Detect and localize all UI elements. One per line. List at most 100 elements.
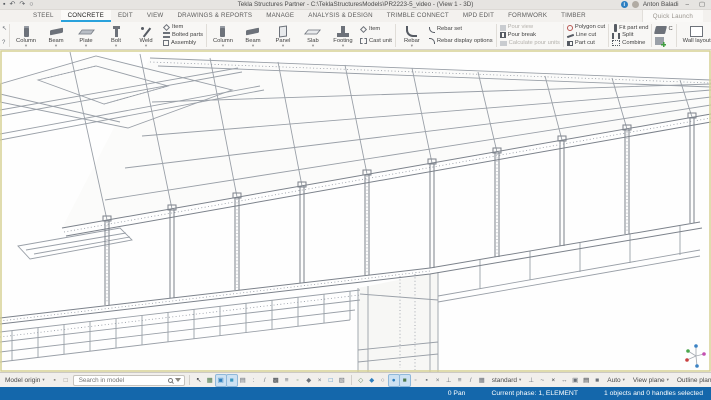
tab-view[interactable]: VIEW <box>140 10 171 22</box>
cast-unit-button[interactable]: Cast unit <box>360 38 392 45</box>
snap-midpoints-switch[interactable]: ▪ <box>422 375 432 386</box>
snap-grid-switch[interactable]: ▦ <box>477 375 487 386</box>
snap-nearest-points-switch[interactable]: ○ <box>378 375 388 386</box>
snap-perpendicular-switch[interactable]: ⊥ <box>444 375 454 386</box>
polygon-cut-button[interactable]: Polygon cut <box>567 24 605 31</box>
snap-line-switch[interactable]: / <box>466 375 476 386</box>
tab-edit[interactable]: EDIT <box>111 10 140 22</box>
bolted-parts-button[interactable]: Bolted parts <box>163 32 203 39</box>
origin-dropdown[interactable]: Model origin ▾ <box>2 375 48 386</box>
tab-timber[interactable]: TIMBER <box>554 10 593 22</box>
rebar-set-button[interactable]: Rebar set <box>429 26 493 33</box>
pointer-tool-icon[interactable]: ↖ <box>2 25 7 32</box>
model-viewport[interactable] <box>0 50 711 372</box>
tab-analysis-design[interactable]: ANALYSIS & DESIGN <box>301 10 380 22</box>
select-points-switch[interactable]: : <box>249 375 259 386</box>
steel-plate-button[interactable]: Plate ▾ <box>71 23 101 48</box>
origin-primary-button[interactable]: ▪ <box>50 375 60 386</box>
app-icon[interactable]: ▪ <box>3 0 5 9</box>
steel-column-button[interactable]: Column ▾ <box>11 23 41 48</box>
info-icon[interactable]: i <box>621 1 628 8</box>
steel-item-button[interactable]: Item <box>163 24 203 31</box>
chevron-down-icon[interactable]: ▾ <box>115 44 117 48</box>
tab-manage[interactable]: MANAGE <box>259 10 301 22</box>
bolt-button[interactable]: Bolt ▾ <box>101 23 131 48</box>
chevron-down-icon[interactable]: ▾ <box>342 44 344 48</box>
filter-icon[interactable] <box>175 378 181 382</box>
fit-part-end-button[interactable]: Fit part end <box>612 24 648 32</box>
combine-button[interactable]: Combine <box>612 40 648 47</box>
maximize-button[interactable]: ▢ <box>696 1 708 8</box>
context-help-icon[interactable]: ? <box>2 40 7 46</box>
select-parts-switch[interactable]: ■ <box>227 375 237 386</box>
relative-coordinates-toggle[interactable]: ~ <box>537 375 547 386</box>
weld-button[interactable]: Weld ▾ <box>131 23 161 48</box>
concrete-beam-button[interactable]: Beam ▾ <box>238 23 268 48</box>
drag-and-drop-toggle[interactable]: ↔ <box>559 375 569 386</box>
plane-mode-toggle[interactable]: ▤ <box>581 375 591 386</box>
rebar-button[interactable]: Rebar ▾ <box>397 23 427 48</box>
chevron-down-icon[interactable]: ▾ <box>55 44 57 48</box>
concrete-column-button[interactable]: Column ▾ <box>208 23 238 48</box>
chevron-down-icon[interactable]: ▾ <box>282 44 284 48</box>
split-button[interactable]: Split <box>612 32 648 39</box>
minimize-button[interactable]: – <box>683 1 693 8</box>
snap-extension-switch[interactable]: ≡ <box>455 375 465 386</box>
snap-end-points-switch[interactable]: ■ <box>400 375 410 386</box>
pour-break-button[interactable]: Pour break <box>500 32 560 39</box>
auto-dropdown[interactable]: Auto ▾ <box>604 375 628 386</box>
search-icon[interactable] <box>168 378 173 383</box>
concrete-item-button[interactable]: Item <box>360 26 392 33</box>
slab-button[interactable]: Slab ▾ <box>298 23 328 48</box>
select-all-switch[interactable]: ↖ <box>194 375 204 386</box>
depth-mode-toggle[interactable]: ■ <box>592 375 602 386</box>
search-input[interactable] <box>77 376 166 385</box>
smart-select-toggle[interactable]: ▣ <box>570 375 580 386</box>
origin-secondary-button[interactable]: □ <box>61 375 71 386</box>
snap-settings-dropdown[interactable]: standard ▾ <box>489 375 525 386</box>
model-search-box[interactable] <box>73 375 185 386</box>
tab-steel[interactable]: STEEL <box>26 10 61 22</box>
select-surfaces-switch[interactable]: ▤ <box>238 375 248 386</box>
footing-button[interactable]: Footing ▾ <box>328 23 358 48</box>
tab-formwork[interactable]: FORMWORK <box>501 10 554 22</box>
ortho-toggle[interactable]: ⊥ <box>526 375 536 386</box>
chevron-down-icon[interactable]: ▾ <box>222 44 224 48</box>
select-assemblies-switch[interactable]: ▣ <box>216 375 226 386</box>
select-welds-switch[interactable]: ◦ <box>293 375 303 386</box>
rebar-display-options-button[interactable]: Rebar display options <box>429 38 493 45</box>
tab-mpd-edit[interactable]: MPD EDIT <box>456 10 501 22</box>
select-views-switch[interactable]: × <box>315 375 325 386</box>
steel-beam-button[interactable]: Beam ▾ <box>41 23 71 48</box>
user-name[interactable]: Anton Baladi <box>643 1 679 8</box>
snap-geometry-points-switch[interactable]: ◆ <box>367 375 377 386</box>
view-plane-dropdown[interactable]: View plane ▾ <box>630 375 672 386</box>
chevron-down-icon[interactable]: ▾ <box>85 44 87 48</box>
assembly-button[interactable]: Assembly <box>163 40 203 47</box>
user-avatar[interactable] <box>632 1 639 8</box>
pour-view-button[interactable]: Pour view <box>500 24 560 31</box>
snap-any-position-switch[interactable]: ● <box>389 375 399 386</box>
undo-button[interactable]: ↶ <box>9 0 15 9</box>
redo-button[interactable]: ↷ <box>19 0 25 9</box>
chevron-down-icon[interactable]: ▾ <box>411 44 413 48</box>
select-cuts-switch[interactable]: ◆ <box>304 375 314 386</box>
select-grid-lines-switch[interactable]: ≡ <box>282 375 292 386</box>
tab-trimble-connect[interactable]: TRIMBLE CONNECT <box>380 10 456 22</box>
select-lines-switch[interactable]: / <box>260 375 270 386</box>
select-components-switch[interactable]: ▦ <box>205 375 215 386</box>
tab-concrete[interactable]: CONCRETE <box>61 10 111 22</box>
snap-intersection-switch[interactable]: × <box>433 375 443 386</box>
history-button[interactable]: ○ <box>29 0 33 9</box>
calculate-pour-units-button[interactable]: Calculate pour units <box>500 40 560 47</box>
select-grids-switch[interactable]: ▩ <box>271 375 281 386</box>
panel-button[interactable]: Panel ▾ <box>268 23 298 48</box>
snap-center-points-switch[interactable]: ◦ <box>411 375 421 386</box>
tab-drawings-reports[interactable]: DRAWINGS & REPORTS <box>170 10 259 22</box>
outline-planes-dropdown[interactable]: Outline planes ▾ <box>674 375 711 386</box>
wall-layout-button[interactable]: Wall layout <box>678 23 711 48</box>
add-component-button[interactable] <box>655 37 672 45</box>
chevron-down-icon[interactable]: ▾ <box>25 44 27 48</box>
select-reinforcement-switch[interactable]: □ <box>326 375 336 386</box>
select-objects-in-components-switch[interactable]: ▧ <box>337 375 347 386</box>
